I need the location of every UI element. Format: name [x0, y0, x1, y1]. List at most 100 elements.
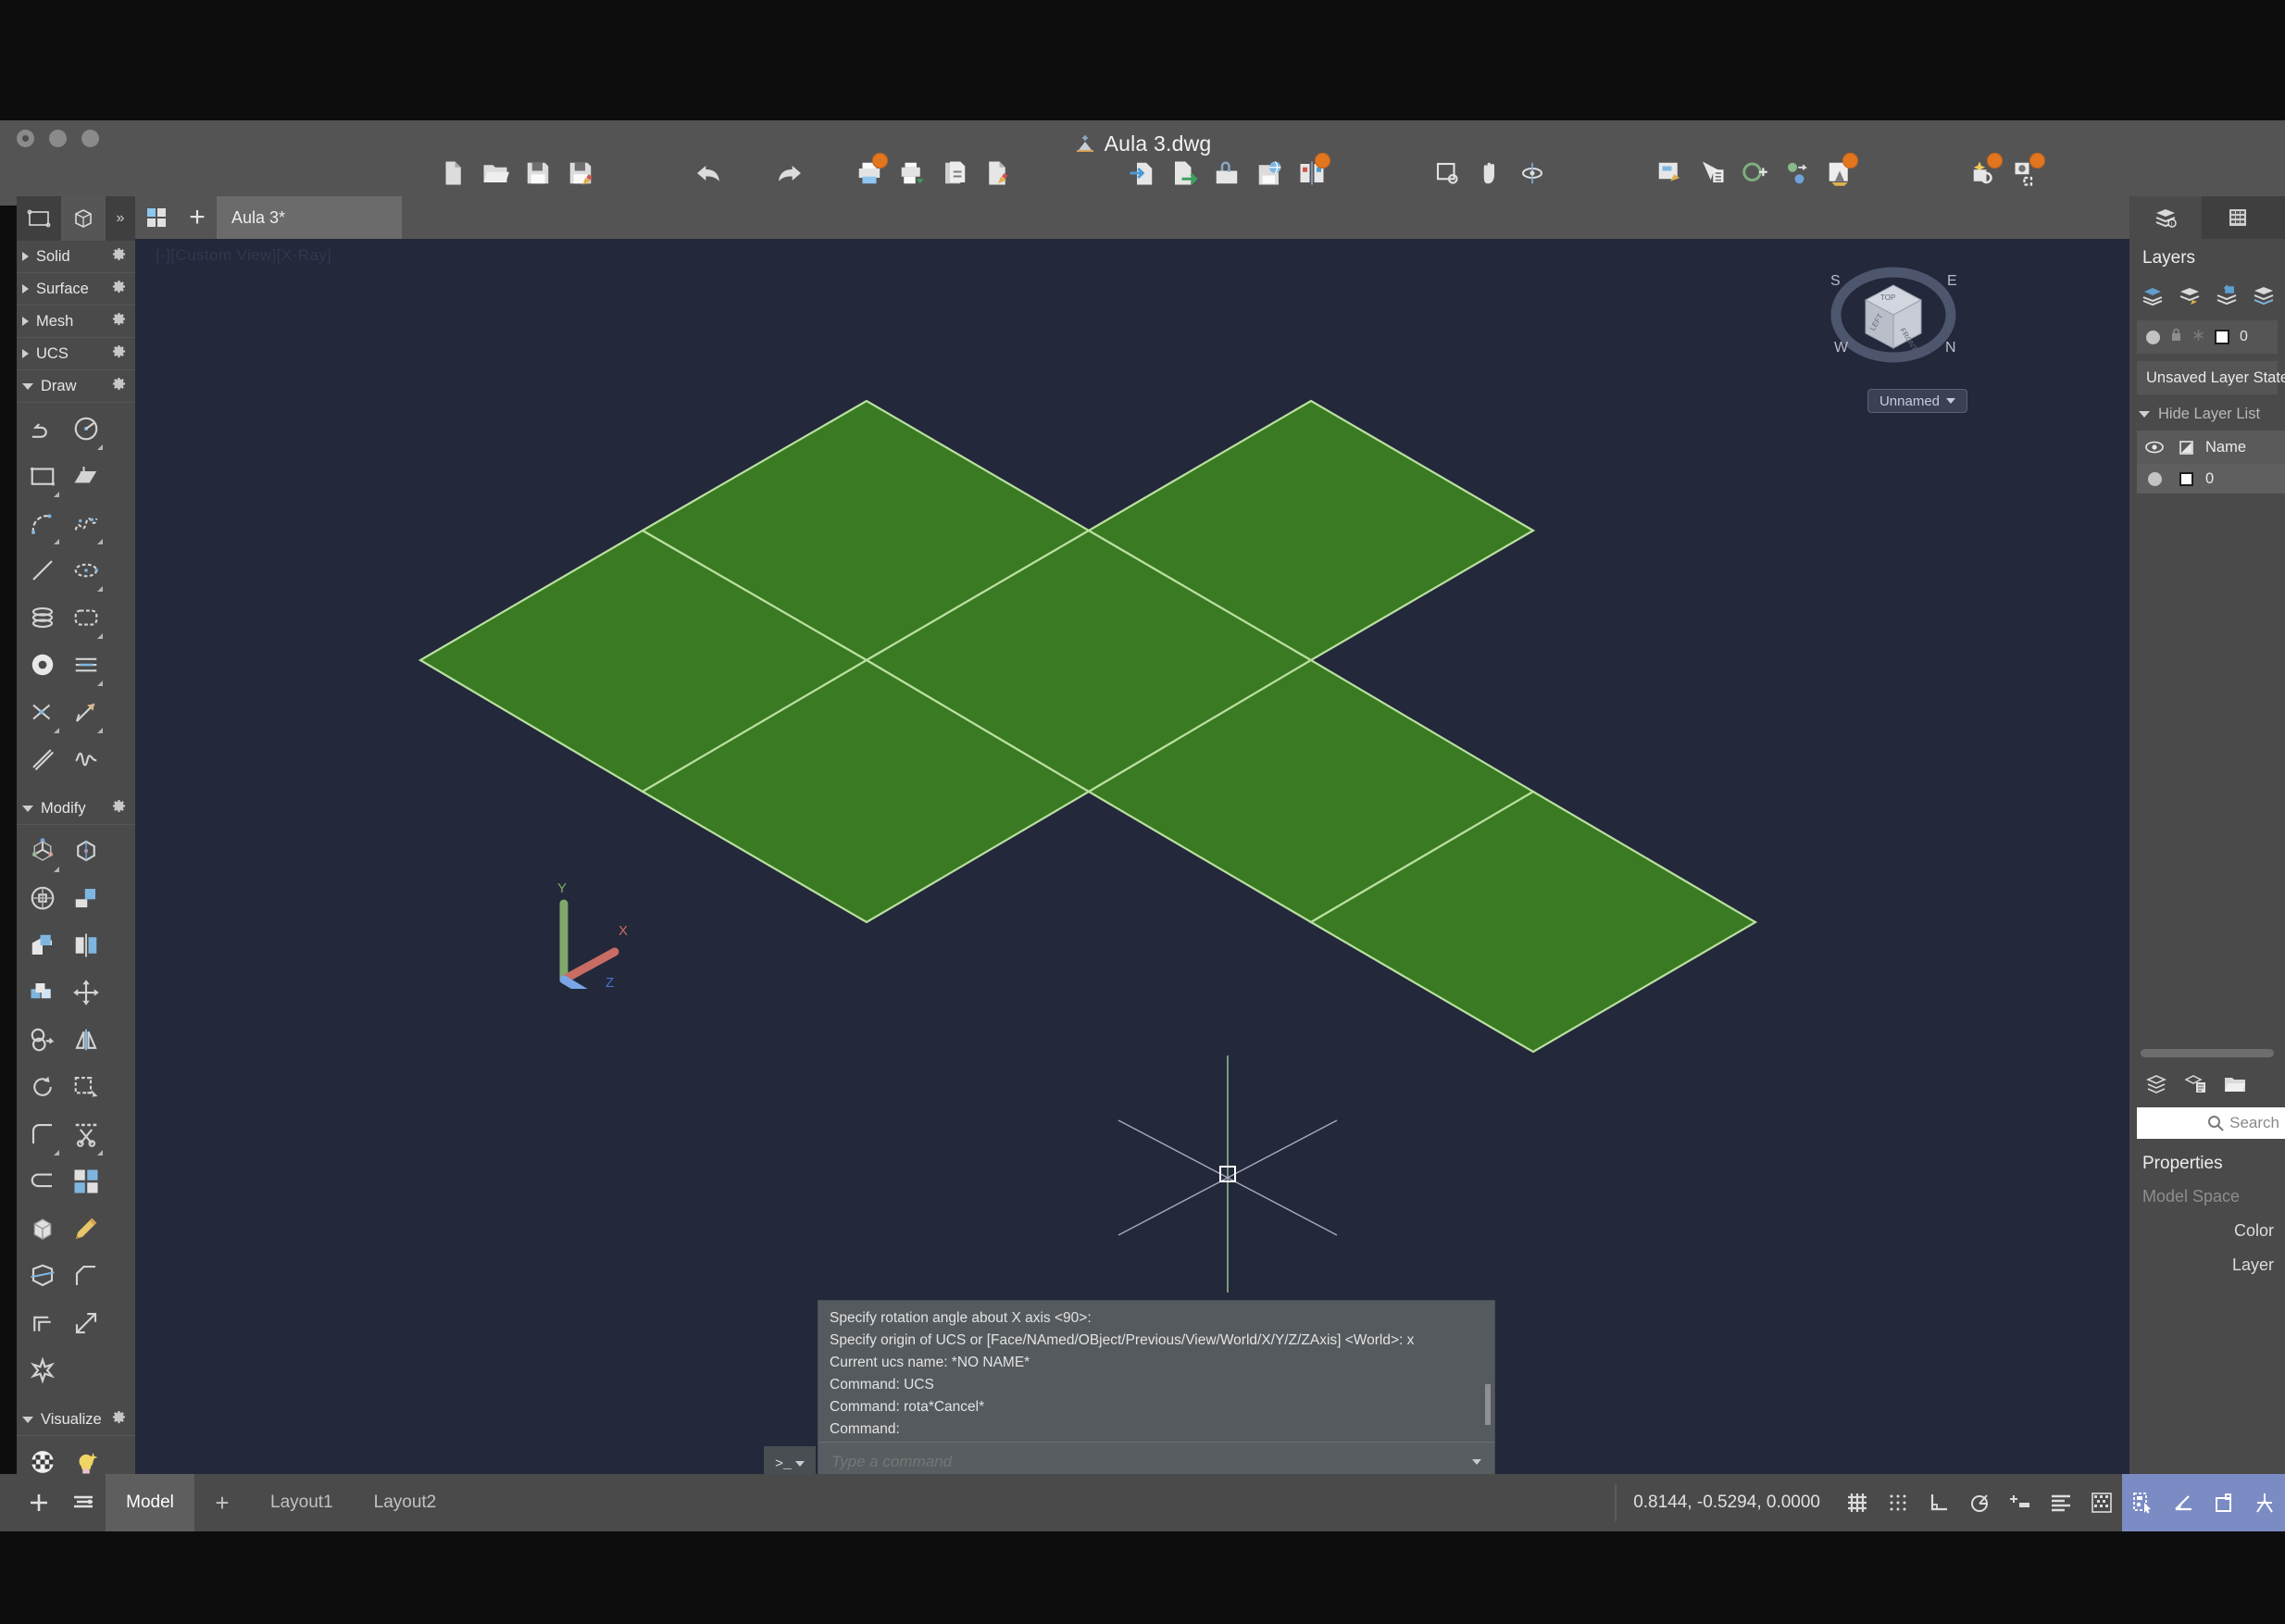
gear-icon[interactable]	[112, 377, 126, 395]
tab-model[interactable]: Model	[106, 1474, 194, 1531]
ray-tool[interactable]	[64, 691, 107, 738]
flyout-arrow-icon[interactable]	[54, 539, 59, 544]
tab-properties[interactable]	[2202, 196, 2274, 239]
plot-preview-button[interactable]	[891, 152, 933, 194]
tab-layers[interactable]: i	[2129, 196, 2202, 239]
open-drawing-button[interactable]	[474, 152, 517, 194]
point-link-button[interactable]	[1776, 152, 1818, 194]
command-scrollbar[interactable]	[1485, 1384, 1491, 1425]
workspace-toggle[interactable]	[2204, 1474, 2244, 1531]
save-as-button[interactable]	[559, 152, 602, 194]
polyline-tool[interactable]	[20, 407, 64, 455]
command-dropdown-icon[interactable]	[1472, 1458, 1481, 1465]
attach-reference-button[interactable]	[1205, 152, 1248, 194]
row-color-swatch[interactable]	[2172, 471, 2200, 486]
3d-align-tool[interactable]	[20, 877, 64, 924]
layer-state-dropdown[interactable]: Unsaved Layer State	[2137, 361, 2285, 394]
layout-list-button[interactable]	[61, 1474, 106, 1531]
union-tool[interactable]	[64, 877, 107, 924]
stretch-tool[interactable]	[64, 1066, 107, 1113]
plot-button[interactable]	[848, 152, 891, 194]
donut-tool[interactable]	[20, 643, 64, 691]
subtract-tool[interactable]	[20, 924, 64, 971]
color-column-icon[interactable]	[2172, 440, 2200, 455]
solid-edit-tool[interactable]	[64, 1160, 107, 1207]
eye-icon[interactable]	[2137, 441, 2172, 454]
mirror-tool[interactable]	[64, 1018, 107, 1066]
capture-button[interactable]	[2005, 152, 2048, 194]
publish-button[interactable]	[976, 152, 1018, 194]
object-snap-toggle[interactable]	[2000, 1474, 2041, 1531]
layer-freeze-icon[interactable]	[2192, 329, 2204, 346]
wipeout-tool[interactable]	[64, 738, 107, 785]
explode-tool[interactable]	[20, 1349, 64, 1396]
flyout-arrow-icon[interactable]	[97, 681, 103, 686]
snap-mode-toggle[interactable]	[1878, 1474, 1918, 1531]
tab-2d[interactable]	[17, 196, 61, 241]
search-field[interactable]: Search	[2137, 1107, 2285, 1139]
edit-tool[interactable]	[64, 1207, 107, 1255]
save-to-web-button[interactable]	[1248, 152, 1291, 194]
copy-tool[interactable]	[20, 1018, 64, 1066]
lineweight-toggle[interactable]	[2081, 1474, 2122, 1531]
layers-stack-button[interactable]	[2141, 1068, 2174, 1100]
point-tool[interactable]	[20, 691, 64, 738]
intersect-tool[interactable]	[64, 924, 107, 971]
trim-tool[interactable]	[64, 1113, 107, 1160]
document-tab[interactable]: Aula 3*	[217, 196, 402, 239]
tab-3d[interactable]	[61, 196, 106, 241]
section-header-solid[interactable]: Solid	[17, 241, 135, 273]
pan-button[interactable]	[1468, 152, 1511, 194]
flyout-arrow-icon[interactable]	[54, 728, 59, 733]
tab-layout1[interactable]: Layout1	[250, 1474, 354, 1531]
layer-properties-button[interactable]	[1648, 152, 1691, 194]
save-drawing-button[interactable]	[517, 152, 559, 194]
row-visible-icon[interactable]	[2137, 471, 2172, 486]
page-setup-button[interactable]	[933, 152, 976, 194]
layer-lock-icon[interactable]	[2170, 328, 2182, 346]
gear-icon[interactable]	[112, 799, 126, 818]
section-header-modify[interactable]: Modify	[17, 793, 135, 825]
section-header-ucs[interactable]: UCS	[17, 338, 135, 370]
tab-layout2[interactable]: Layout2	[354, 1474, 457, 1531]
arc-tool[interactable]	[20, 502, 64, 549]
zoom-window-button[interactable]	[1426, 152, 1468, 194]
3d-move-tool[interactable]	[20, 830, 64, 877]
add-layout-tab-button[interactable]: +	[194, 1474, 250, 1531]
chamfer-tool[interactable]	[64, 1255, 107, 1302]
close-button[interactable]	[17, 130, 34, 147]
polar-tracking-toggle[interactable]	[1959, 1474, 2000, 1531]
gear-icon[interactable]	[112, 247, 126, 266]
minimize-button[interactable]	[49, 130, 67, 147]
layer-states-button[interactable]	[2248, 280, 2281, 311]
flyout-arrow-icon[interactable]	[97, 728, 103, 733]
current-layer-row[interactable]: 0	[2137, 320, 2278, 354]
layer-on-icon[interactable]	[2146, 330, 2160, 344]
match-properties-button[interactable]	[2179, 1068, 2213, 1100]
quick-select-button[interactable]	[1691, 152, 1733, 194]
render-button[interactable]	[1818, 152, 1861, 194]
layer-color-swatch[interactable]	[2215, 330, 2229, 344]
command-input[interactable]	[818, 1452, 1472, 1471]
3d-array-tool[interactable]	[20, 971, 64, 1018]
tab-more[interactable]: »	[106, 196, 135, 241]
section-header-surface[interactable]: Surface	[17, 273, 135, 306]
flyout-arrow-icon[interactable]	[54, 867, 59, 872]
measure-button[interactable]	[1733, 152, 1776, 194]
tab-grid-icon[interactable]	[135, 196, 178, 239]
name-column-header[interactable]: Name	[2200, 439, 2246, 456]
orbit-button[interactable]	[1511, 152, 1554, 194]
table-row[interactable]: 0	[2137, 464, 2285, 493]
layer-properties-button[interactable]	[2174, 280, 2207, 311]
view-cube[interactable]: TOP LEFT FRONT S E W N	[1819, 257, 1967, 387]
flyout-arrow-icon[interactable]	[54, 1150, 59, 1156]
fillet-tool[interactable]	[20, 1113, 64, 1160]
line-tool[interactable]	[20, 549, 64, 596]
grid-display-toggle[interactable]	[1837, 1474, 1878, 1531]
gear-icon[interactable]	[112, 344, 126, 363]
smart-search-button[interactable]	[1963, 152, 2005, 194]
set-current-layer-button[interactable]	[2211, 280, 2244, 311]
flyout-arrow-icon[interactable]	[97, 586, 103, 592]
maximize-button[interactable]	[81, 130, 99, 147]
otrack-toggle[interactable]	[2041, 1474, 2081, 1531]
